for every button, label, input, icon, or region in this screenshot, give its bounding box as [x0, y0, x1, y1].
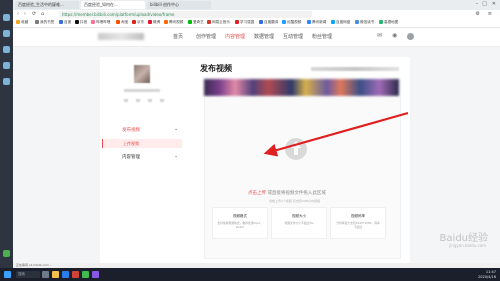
promo-banner[interactable] [204, 79, 399, 96]
stat-blur [124, 99, 128, 102]
bookmark[interactable]: 腾讯视频 [164, 20, 183, 25]
bookmark[interactable]: 百度网盘 [331, 20, 350, 25]
home-nav-icon[interactable]: ⌂ [41, 11, 44, 17]
back-icon[interactable]: ‹ [17, 11, 19, 17]
avatar[interactable] [407, 33, 414, 40]
app-icon[interactable] [72, 271, 79, 278]
add-icon[interactable] [3, 250, 10, 257]
stat-blur [148, 99, 152, 102]
bookmark[interactable]: 收藏 [16, 20, 28, 25]
browser-icon[interactable] [62, 271, 69, 278]
menu-publish-video[interactable]: 发布视频 [122, 127, 140, 133]
bookmark[interactable]: 微博 [148, 20, 160, 25]
info-blur [311, 67, 399, 71]
taskbar: 搜索 11:47 2020/4/18 [0, 268, 500, 281]
start-icon[interactable] [4, 271, 11, 278]
home-icon[interactable] [3, 14, 10, 21]
refresh-icon[interactable]: ⟳ [32, 11, 36, 17]
history-icon[interactable] [3, 46, 10, 53]
baidu-watermark: Baidu经验 [439, 233, 488, 244]
taskbar-search[interactable]: 搜索 [16, 271, 40, 278]
bookmark[interactable]: 高德地图 [379, 20, 398, 25]
site-top-nav: 首页 创作管理 内容管理 数据管理 互动管理 粉丝管理 ✉ ◉ [13, 28, 500, 47]
bookmarks-bar: 收藏 我的书签 百度 抖音 哔哩哔哩 淘宝 京东 微博 腾讯视频 爱奇艺 网易云… [13, 19, 500, 28]
menu-upload-video[interactable]: 上传视频 [102, 139, 182, 148]
nav-item[interactable]: 互动管理 [283, 33, 303, 40]
bookmark[interactable]: 抖音 [75, 20, 87, 25]
upload-note: 当前上传1个视频 仅支持3GB以内视频 [269, 199, 321, 203]
status-text: 正在等待 s1.hdslb.com... [16, 263, 52, 267]
menu-icon[interactable]: ≡ [488, 11, 492, 17]
task-view-icon[interactable] [42, 271, 49, 278]
bookmark[interactable]: 学习强国 [235, 20, 254, 25]
nav-item[interactable]: 首页 [173, 33, 183, 40]
bookmark[interactable]: 百度翻译 [259, 20, 278, 25]
notification-icon[interactable]: ◉ [392, 32, 397, 39]
browser-tab-active[interactable]: 百度经验_如何在... [81, 1, 145, 9]
card-title: 视频格式 [233, 214, 247, 218]
apps-icon[interactable] [3, 78, 10, 85]
nav-item[interactable]: 粉丝管理 [312, 33, 332, 40]
info-card-format: 视频格式 支持常用视频格式，推荐使用mp4、webm [212, 207, 268, 239]
extensions-icon[interactable]: ⚙ [476, 11, 480, 17]
menu-upload-video-label: 上传视频 [123, 141, 139, 146]
stat-blur [136, 99, 140, 102]
message-icon[interactable]: ✉ [377, 32, 382, 39]
chevron-down-icon[interactable]: ⌄ [174, 126, 178, 132]
explorer-icon[interactable] [52, 271, 59, 278]
clock-date: 2020/4/18 [478, 274, 496, 279]
taskbar-clock: 11:47 2020/4/18 [478, 270, 496, 279]
wechat-icon[interactable] [82, 271, 89, 278]
maximize-icon[interactable]: □ [482, 1, 487, 7]
upload-hint: 或直接将视频文件拖入此区域 [267, 191, 326, 196]
site-logo[interactable] [98, 33, 144, 40]
bookmark[interactable]: 百度 [59, 20, 71, 25]
bookmark[interactable]: 爱奇艺 [188, 20, 204, 25]
info-card-size: 视频大小 视频文件大小不超过3G [271, 207, 327, 239]
baidu-watermark-url: jingyan.baidu.com [449, 243, 486, 248]
nav-item[interactable]: 数据管理 [254, 33, 274, 40]
user-avatar[interactable] [134, 65, 150, 83]
card-title: 视频大小 [292, 214, 306, 218]
username-blur [124, 89, 160, 92]
url-field[interactable]: https://member.bilibili.com/platform/upl… [59, 11, 312, 18]
info-card-bitrate: 视频码率 分辨率最大支持1920*1080，码率不超过 [330, 207, 386, 239]
minimize-icon[interactable]: – [476, 1, 479, 7]
bookmark[interactable]: 微信读书 [355, 20, 374, 25]
stat-blur [160, 99, 164, 102]
close-icon[interactable]: ✕ [492, 1, 496, 7]
left-rail [0, 0, 13, 268]
sidebar: 发布视频 ⌄ 上传视频 内容管理 ⌄ [100, 57, 187, 263]
browser-tab[interactable]: 百度经验_生活中的疑难... [15, 1, 79, 9]
upload-icon[interactable] [285, 138, 307, 160]
upload-instructions: 点击上传 或直接将视频文件拖入此区域 [248, 190, 326, 196]
card-title: 视频码率 [351, 214, 365, 218]
page-title: 发布视频 [200, 64, 232, 73]
bookmark[interactable]: 哔哩哔哩 [91, 20, 110, 25]
download-icon[interactable] [3, 62, 10, 69]
nav-item[interactable]: 创作管理 [196, 33, 216, 40]
bookmark[interactable]: 腾讯新闻 [307, 20, 326, 25]
main-panel: 发布视频 点击上传 或直接将视频文件拖入此区域 当前上传1个视频 仅支持3GB以… [186, 57, 410, 263]
bookmark[interactable]: 网易云音乐 [207, 20, 230, 25]
card-desc: 支持常用视频格式，推荐使用mp4、webm [217, 221, 263, 229]
bookmark[interactable]: 优酷视频 [282, 20, 301, 25]
upload-link[interactable]: 点击上传 [248, 191, 266, 196]
star-icon[interactable] [3, 30, 10, 37]
chevron-down-icon[interactable]: ⌄ [174, 153, 178, 159]
bookmark[interactable]: 淘宝 [116, 20, 128, 25]
bookmark[interactable]: 我的书签 [35, 20, 54, 25]
nav-item-active[interactable]: 内容管理 [225, 33, 245, 40]
browser-tab-bar: 百度经验_生活中的疑难... 百度经验_如何在... bilibili 创作中心… [13, 0, 500, 10]
forward-icon[interactable]: › [24, 11, 26, 17]
bookmark[interactable]: 京东 [132, 20, 144, 25]
app-icon[interactable] [92, 271, 99, 278]
card-desc: 分辨率最大支持1920*1080，码率不超过 [336, 221, 380, 229]
menu-content-manage[interactable]: 内容管理 [122, 154, 140, 160]
card-desc: 视频文件大小不超过3G [284, 221, 314, 225]
browser-tab[interactable]: bilibili 创作中心 [147, 1, 211, 9]
